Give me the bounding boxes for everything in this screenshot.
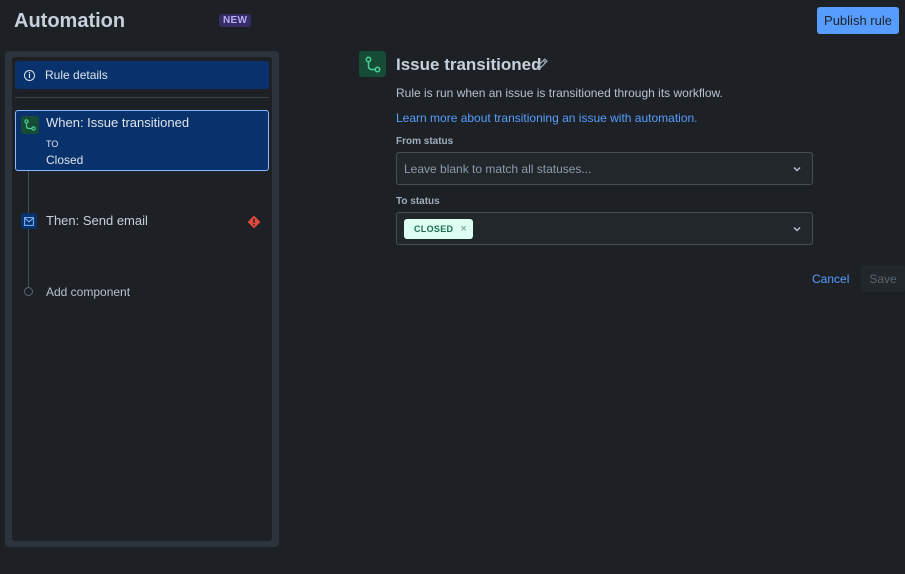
email-icon: [21, 213, 37, 229]
from-status-label: From status: [396, 136, 454, 147]
from-status-placeholder: Leave blank to match all statuses...: [404, 161, 592, 176]
trigger-to-value: Closed: [46, 153, 84, 167]
chevron-down-icon: [793, 166, 801, 172]
action-send-email[interactable]: Then: Send email: [46, 213, 148, 228]
save-button[interactable]: Save: [861, 265, 905, 292]
pencil-icon[interactable]: [535, 57, 549, 71]
publish-rule-button[interactable]: Publish rule: [817, 7, 899, 34]
remove-status-icon[interactable]: ×: [460, 223, 467, 235]
to-status-select[interactable]: CLOSED ×: [396, 212, 813, 245]
new-badge: NEW: [219, 14, 252, 27]
sidebar-divider: [15, 97, 269, 98]
learn-more-link[interactable]: Learn more about transitioning an issue …: [396, 111, 698, 125]
error-icon: [247, 215, 261, 229]
page-title: Automation: [14, 10, 126, 32]
status-lozenge-text: CLOSED: [414, 223, 454, 234]
component-connector-line: [28, 171, 29, 287]
trigger-to-label: TO: [46, 139, 59, 149]
component-title: Issue transitioned: [396, 55, 542, 74]
cancel-button[interactable]: Cancel: [812, 272, 849, 286]
transition-icon: [359, 51, 386, 77]
transition-icon: [21, 116, 39, 134]
component-description: Rule is run when an issue is transitione…: [396, 86, 723, 100]
trigger-component[interactable]: When: Issue transitioned TO Closed: [15, 110, 269, 171]
add-component-dot-icon: [24, 287, 33, 296]
add-component-link[interactable]: Add component: [46, 285, 130, 299]
trigger-title: When: Issue transitioned: [46, 115, 190, 130]
info-icon: i: [24, 69, 35, 81]
rule-details-item[interactable]: i Rule details: [15, 61, 269, 89]
chevron-down-icon: [793, 226, 801, 232]
from-status-select[interactable]: Leave blank to match all statuses...: [396, 152, 813, 185]
to-status-label: To status: [396, 196, 440, 207]
rule-details-label: Rule details: [45, 68, 108, 82]
status-lozenge-closed: CLOSED ×: [404, 218, 474, 239]
